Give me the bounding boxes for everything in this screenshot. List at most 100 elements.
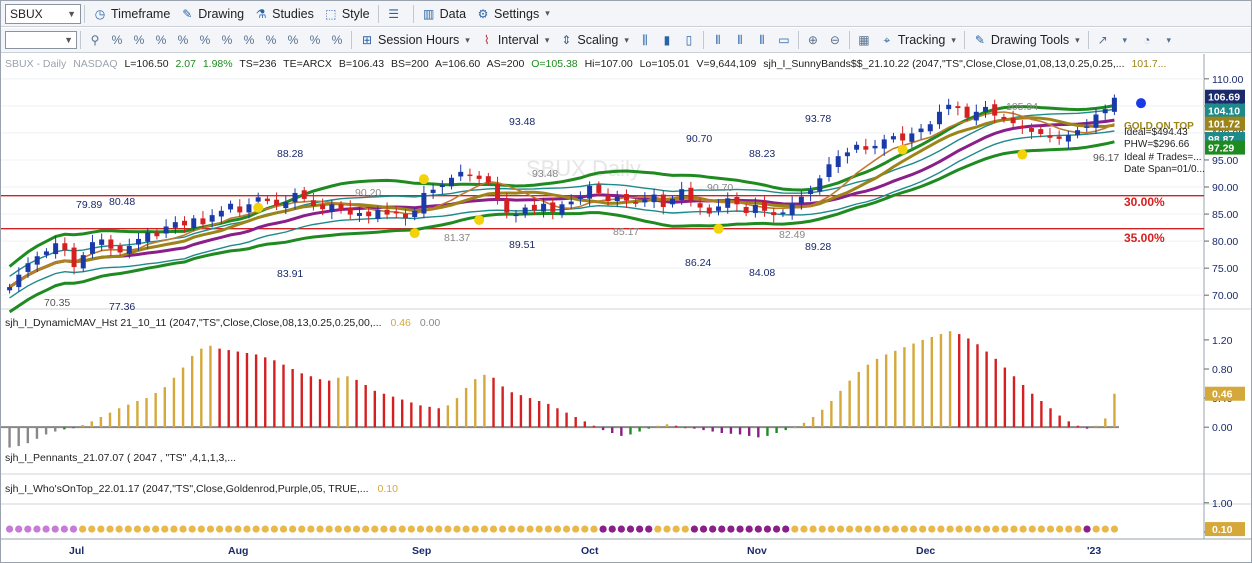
histogram-bar — [674, 425, 678, 428]
annotation-label: 86.24 — [685, 257, 711, 269]
chevron-down-icon: ▾ — [624, 34, 629, 45]
hollow-candle-icon[interactable]: ▯ — [680, 31, 698, 49]
status-change: 2.07 — [175, 58, 196, 70]
candle-body — [568, 201, 574, 205]
dynamic-mav-value: 0.46 — [390, 317, 411, 329]
layout-button[interactable]: ☰ — [382, 3, 410, 25]
interval-button[interactable]: ⌇ Interval ▾ — [475, 29, 555, 51]
histogram-bar — [1058, 415, 1061, 428]
percent-icon[interactable]: % — [218, 31, 236, 49]
dynamic-mav-zero: 0.00 — [420, 317, 441, 329]
zoom-out-icon[interactable]: ⊖ — [826, 31, 844, 49]
timeframe-button[interactable]: ◷ Timeframe — [88, 3, 175, 25]
chevron-down-icon[interactable]: ▼ — [67, 9, 76, 19]
histogram-bar — [693, 427, 696, 429]
histogram-bar — [519, 395, 523, 428]
histogram-bar — [994, 358, 997, 428]
candle-body — [1019, 125, 1025, 129]
time-axis-label: '23 — [1087, 545, 1101, 557]
candle-body — [697, 203, 703, 208]
session-hours-button[interactable]: ⊞ Session Hours ▾ — [355, 29, 475, 51]
dashboard-icon[interactable]: ◔ — [1138, 31, 1156, 49]
on-top-dot — [188, 525, 196, 533]
candle-body — [1111, 97, 1117, 112]
candle-body — [918, 128, 924, 133]
style-button[interactable]: ⬚ Style — [319, 3, 375, 25]
percent-icon[interactable]: % — [174, 31, 192, 49]
histogram-bar — [939, 334, 943, 428]
session-hours-label: Session Hours — [378, 33, 460, 47]
bar-style-icon[interactable]: ⫴ — [753, 31, 771, 49]
histogram-bar — [44, 427, 48, 435]
link-icon[interactable]: ⚲ — [86, 31, 104, 49]
candle-body — [1029, 128, 1035, 132]
drawing-button[interactable]: ✎ Drawing — [175, 3, 249, 25]
style-label: Style — [341, 6, 370, 21]
hist-tick-label: 0.80 — [1212, 364, 1233, 376]
bar-style-icon[interactable]: ⫴ — [731, 31, 749, 49]
histogram-bar — [711, 427, 714, 432]
histogram-bar — [629, 427, 632, 435]
toolbar-divider — [797, 31, 799, 49]
tracking-button[interactable]: ⌖ Tracking ▾ — [875, 29, 961, 51]
symbol-input[interactable]: SBUX ▼ — [5, 3, 81, 24]
settings-button[interactable]: ⚙ Settings ▾ — [471, 3, 555, 25]
percent-icon[interactable]: % — [196, 31, 214, 49]
on-top-dot — [763, 525, 772, 533]
data-button[interactable]: ▥ Data — [417, 3, 471, 25]
chevron-down-icon[interactable]: ▾ — [1116, 31, 1134, 49]
ohlc-bars-icon[interactable]: ⫼ — [636, 31, 654, 49]
annotation-label: 80.48 — [109, 196, 135, 208]
candle-body — [835, 156, 841, 167]
percent-icon[interactable]: % — [130, 31, 148, 49]
candle-body — [577, 197, 583, 199]
price-tick-label: 110.00 — [1212, 74, 1243, 86]
on-top-dot — [462, 525, 470, 533]
scaling-button[interactable]: ⇕ Scaling ▾ — [554, 29, 634, 51]
percent-icon[interactable]: % — [284, 31, 302, 49]
chart-canvas[interactable]: SBUX Daily 0.000.400.801.200.46 0.001.00… — [1, 54, 1251, 562]
workspace-select[interactable]: ▼ — [5, 31, 77, 49]
trend-chart-icon[interactable]: ↗ — [1094, 31, 1112, 49]
histogram-bar — [318, 379, 322, 428]
signal-dot — [897, 144, 908, 155]
histogram-bar — [190, 355, 194, 428]
on-top-dot — [791, 525, 799, 533]
drawing-label: Drawing — [198, 6, 245, 21]
zoom-in-icon[interactable]: ⊕ — [804, 31, 822, 49]
percent-icon[interactable]: % — [262, 31, 280, 49]
histogram-bar — [848, 380, 851, 428]
percent-icon[interactable]: % — [328, 31, 346, 49]
on-top-dot — [425, 525, 434, 533]
whos-on-top-value: 0.10 — [377, 483, 398, 495]
candle-body — [182, 220, 188, 226]
grid-icon[interactable]: ▦ — [855, 31, 873, 49]
studies-button[interactable]: ⚗ Studies — [249, 3, 319, 25]
percent-icon[interactable]: % — [306, 31, 324, 49]
chevron-down-icon: ▾ — [544, 34, 550, 45]
candle-body — [992, 104, 998, 116]
histogram-bar — [355, 379, 358, 428]
status-ts: TS=236 — [239, 58, 276, 70]
price-tag-label: 104.10 — [1208, 106, 1240, 118]
chevron-down-icon[interactable]: ▾ — [1160, 31, 1178, 49]
histogram-bar — [985, 351, 988, 428]
candle-body — [7, 287, 13, 291]
percent-icon[interactable]: % — [108, 31, 126, 49]
histogram-bar — [1040, 401, 1043, 428]
panel-icon[interactable]: ▭ — [775, 31, 793, 49]
percent-icon[interactable]: % — [152, 31, 170, 49]
scaling-label: Scaling — [577, 33, 619, 47]
candle-body — [642, 199, 648, 203]
on-top-dot — [727, 525, 735, 533]
bar-style-icon[interactable]: ⫴ — [709, 31, 727, 49]
drawing-tools-button[interactable]: ✎ Drawing Tools ▾ — [968, 29, 1085, 51]
on-top-dot — [161, 525, 169, 533]
on-top-dot — [818, 525, 826, 533]
percent-icon[interactable]: % — [240, 31, 258, 49]
chart-area[interactable]: SBUX Daily 0.000.400.801.200.46 0.001.00… — [1, 54, 1251, 562]
candle-body — [25, 263, 31, 272]
histogram-bar — [236, 351, 240, 428]
candlestick-icon[interactable]: ▮ — [658, 31, 676, 49]
candle-body — [237, 206, 243, 213]
